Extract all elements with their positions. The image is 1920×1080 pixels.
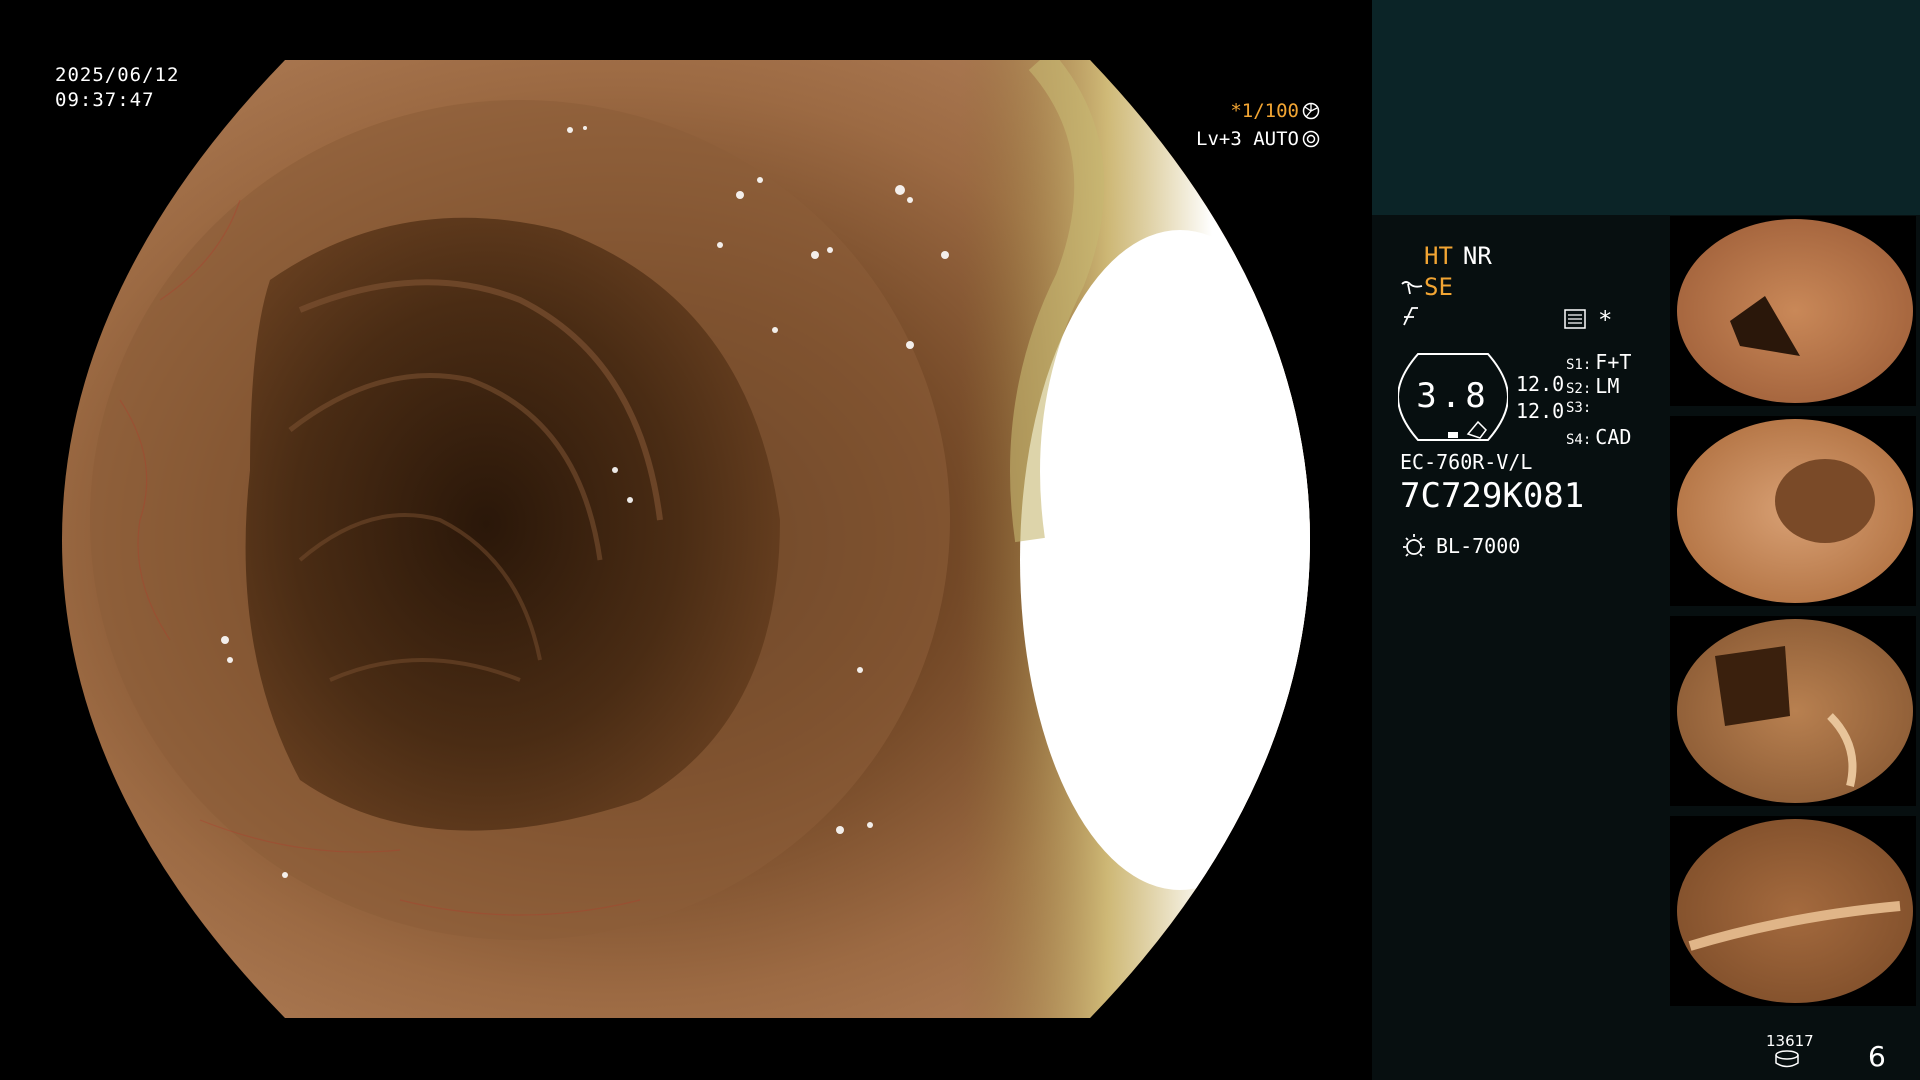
auto-iris-icon xyxy=(1302,130,1320,148)
star-marker: * xyxy=(1598,306,1613,334)
endoscope-view: 2025/06/12 09:37:47 *1/100 Lv+3 AUTO xyxy=(0,0,1372,1080)
settings-menu-icon xyxy=(1564,309,1586,329)
ht-label: HT xyxy=(1424,242,1453,270)
light-source-row: BL-7000 xyxy=(1400,532,1520,560)
ht-nr-row: HT NR xyxy=(1424,242,1492,270)
light-source-icon xyxy=(1403,534,1425,557)
panel-header-band xyxy=(1372,0,1920,215)
scope-serial: 7C729K081 xyxy=(1400,476,1585,516)
switch-value: CAD xyxy=(1595,425,1632,449)
page-number: 6 xyxy=(1868,1040,1886,1073)
scope-switch-3: S3: xyxy=(1566,400,1595,416)
structure-value: 3.8 xyxy=(1416,376,1490,416)
se-value-2: 12.0 xyxy=(1516,399,1565,423)
switch-key: S2: xyxy=(1566,381,1592,397)
storage-count: 13617 xyxy=(1766,1032,1814,1050)
time-readout: 09:37:47 xyxy=(55,89,155,111)
thumbnail-image xyxy=(1677,819,1913,1003)
switch-key: S3: xyxy=(1566,400,1592,416)
scope-switch-4: S4: CAD xyxy=(1566,425,1631,449)
capture-thumbnail-2[interactable] xyxy=(1670,416,1916,606)
level-label: Lv+3 AUTO xyxy=(1196,128,1299,150)
function-icon xyxy=(1403,307,1418,326)
se-label: SE xyxy=(1424,273,1453,301)
se-row: SE xyxy=(1400,273,1453,301)
endoscope-image xyxy=(62,60,1310,1018)
storage-icon xyxy=(1775,1050,1799,1068)
scope-model: EC-760R-V/L xyxy=(1400,450,1533,474)
thumbnail-image xyxy=(1677,219,1913,403)
scope-switch-2: S2: LM xyxy=(1566,374,1619,398)
switch-value: F+T xyxy=(1595,350,1632,374)
light-source-label: BL-7000 xyxy=(1436,534,1521,558)
structure-indicator: 3.8 xyxy=(1396,352,1510,442)
function-row xyxy=(1400,305,1422,327)
brightness-level-indicator: Lv+3 AUTO xyxy=(1196,128,1320,150)
se-value-1: 12.0 xyxy=(1516,372,1565,396)
thumbnail-image xyxy=(1677,419,1913,603)
enhancement-icon xyxy=(1401,281,1423,295)
nr-label: NR xyxy=(1462,242,1492,270)
switch-value: LM xyxy=(1595,374,1620,398)
switch-key: S1: xyxy=(1566,357,1592,373)
scope-switch-1: S1: F+T xyxy=(1566,350,1631,374)
switch-key: S4: xyxy=(1566,432,1592,448)
capture-thumbnail-4[interactable] xyxy=(1670,816,1916,1006)
thumbnail-image xyxy=(1677,619,1913,803)
capture-thumbnail-3[interactable] xyxy=(1670,616,1916,806)
shutter-label: *1/100 xyxy=(1230,100,1299,122)
shutter-indicator: *1/100 xyxy=(1230,100,1320,122)
date-readout: 2025/06/12 xyxy=(55,64,180,86)
aperture-icon xyxy=(1302,102,1320,120)
capture-thumbnail-1[interactable] xyxy=(1670,216,1916,406)
